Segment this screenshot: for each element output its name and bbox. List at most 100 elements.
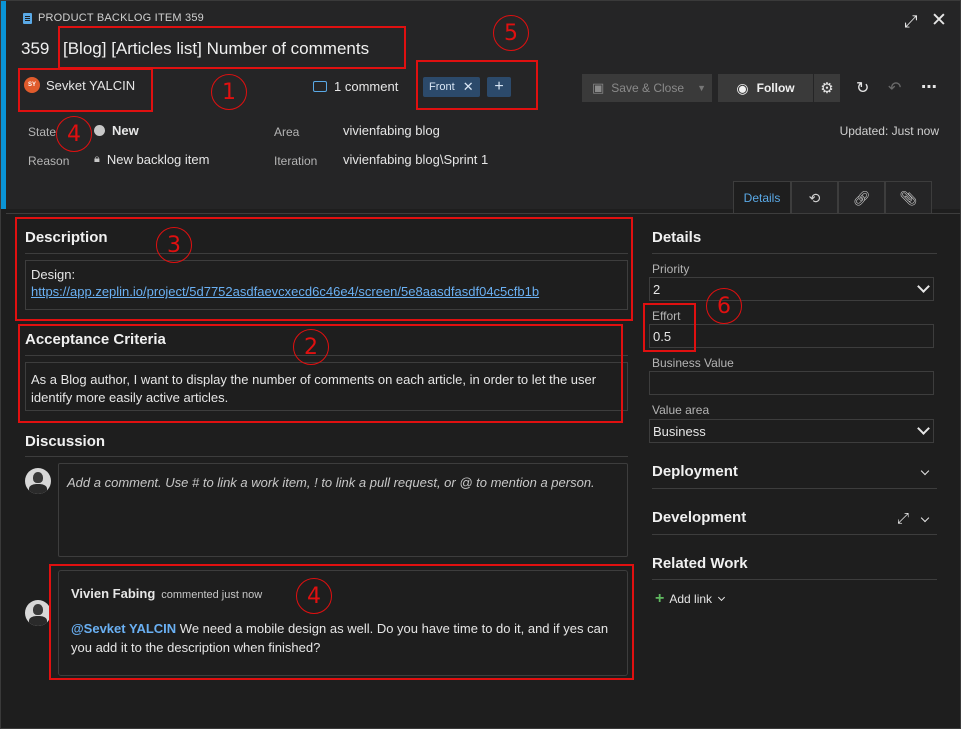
chevron-down-icon[interactable]: [920, 466, 930, 476]
tab-links[interactable]: 🔗︎: [838, 181, 885, 214]
header-divider: [6, 213, 960, 214]
work-item-type-text: PRODUCT BACKLOG ITEM 359: [38, 12, 204, 24]
assignee-name: Sevket YALCIN: [46, 77, 136, 93]
discussion-divider: [25, 456, 628, 457]
comment-body: @Sevket YALCIN We need a mobile design a…: [71, 619, 611, 657]
assigned-to-field[interactable]: SY Sevket YALCIN: [24, 77, 135, 93]
value-area-select[interactable]: Business: [649, 419, 934, 443]
acceptance-criteria-text: As a Blog author, I want to display the …: [31, 372, 597, 405]
description-editor[interactable]: Design: https://app.zeplin.io/project/5d…: [25, 260, 628, 310]
save-close-label: Save & Close: [611, 81, 684, 95]
history-icon: ⟲: [808, 189, 821, 206]
deployment-divider: [652, 488, 937, 489]
add-comment-input[interactable]: Add a comment. Use # to link a work item…: [58, 463, 628, 557]
related-work-divider: [652, 579, 937, 580]
state-label: State: [28, 125, 57, 139]
value-area-label: Value area: [652, 403, 710, 417]
lock-icon: 🔒︎: [94, 153, 100, 165]
chevron-down-icon: [917, 422, 930, 435]
chevron-down-icon: [718, 593, 726, 602]
link-icon: 🔗︎: [852, 189, 871, 206]
work-item-header: [6, 1, 960, 209]
assignee-avatar: SY: [24, 77, 40, 93]
follow-button[interactable]: ◉ Follow: [718, 74, 813, 102]
chevron-down-icon[interactable]: [920, 513, 930, 523]
priority-select[interactable]: 2: [649, 277, 934, 301]
expand-icon[interactable]: ⤢: [897, 510, 909, 527]
save-close-button[interactable]: ▣ Save & Close ▼: [582, 74, 712, 102]
state-dot-icon: [94, 125, 105, 136]
work-item-id: 359: [21, 39, 50, 58]
tab-attachments[interactable]: 📎︎: [885, 181, 932, 214]
save-icon: ▣: [592, 80, 605, 95]
business-value-label: Business Value: [652, 356, 734, 370]
iteration-value[interactable]: vivienfabing blog\Sprint 1: [343, 152, 488, 167]
add-tag-button[interactable]: +: [487, 77, 511, 97]
comment-placeholder: Add a comment. Use # to link a work item…: [67, 475, 595, 490]
comment-mention[interactable]: @Sevket YALCIN: [71, 621, 176, 636]
reason-label: Reason: [28, 154, 70, 168]
state-value: New: [112, 123, 139, 138]
follow-label: Follow: [756, 81, 795, 95]
development-title[interactable]: Development: [652, 509, 746, 526]
tag-front[interactable]: Front ✕: [423, 77, 480, 97]
tag-label: Front: [429, 81, 455, 93]
comment-author[interactable]: Vivien Fabing: [71, 586, 155, 601]
description-link[interactable]: https://app.zeplin.io/project/5d7752asdf…: [31, 284, 622, 299]
work-item-tabs: Details ⟲ 🔗︎ 📎︎: [733, 181, 932, 214]
chevron-down-icon[interactable]: ▼: [697, 83, 706, 93]
tab-details[interactable]: Details: [733, 181, 791, 214]
acceptance-criteria-title: Acceptance Criteria: [25, 331, 166, 348]
area-label: Area: [274, 125, 300, 139]
add-link-button[interactable]: + Add link: [655, 590, 726, 608]
area-value[interactable]: vivienfabing blog: [343, 123, 440, 138]
gear-icon[interactable]: ⚙: [814, 74, 840, 102]
refresh-icon[interactable]: ↻: [856, 78, 869, 98]
expand-icon[interactable]: ⤢: [904, 13, 918, 30]
backlog-item-icon: [23, 12, 32, 24]
development-divider: [652, 534, 937, 535]
tab-history[interactable]: ⟲: [791, 181, 838, 214]
description-text: Design:: [31, 267, 76, 282]
priority-value: 2: [653, 281, 661, 297]
chevron-down-icon: [917, 280, 930, 293]
more-actions-icon[interactable]: ⋯: [921, 77, 937, 97]
acceptance-divider: [25, 355, 628, 356]
work-item-title[interactable]: [Blog] [Articles list] Number of comment…: [63, 39, 369, 59]
details-divider: [652, 253, 937, 254]
comment-count: 1 comment: [334, 79, 399, 94]
comment-icon: [313, 81, 327, 92]
reason-value: New backlog item: [106, 152, 210, 167]
plus-icon: +: [655, 590, 665, 607]
eye-icon: ◉: [736, 79, 749, 96]
discussion-title: Discussion: [25, 433, 106, 450]
description-divider: [25, 253, 628, 254]
details-title: Details: [652, 229, 702, 246]
deployment-title[interactable]: Deployment: [652, 463, 738, 480]
current-user-avatar: [25, 468, 51, 494]
effort-label: Effort: [652, 309, 681, 323]
annotation-number: 2: [293, 329, 329, 365]
comments-link[interactable]: 1 comment: [313, 79, 398, 94]
close-icon[interactable]: ✕: [931, 11, 947, 30]
priority-label: Priority: [652, 262, 690, 276]
effort-field[interactable]: 0.5: [649, 324, 934, 348]
reason-field: 🔒︎ New backlog item: [94, 152, 209, 167]
iteration-label: Iteration: [274, 154, 318, 168]
comment-header: Vivien Fabing commented just now: [71, 586, 262, 601]
effort-value: 0.5: [653, 328, 672, 344]
acceptance-criteria-editor[interactable]: As a Blog author, I want to display the …: [25, 362, 628, 411]
paperclip-icon: 📎︎: [899, 189, 918, 206]
work-item-type-label: PRODUCT BACKLOG ITEM 359: [23, 12, 204, 24]
state-field[interactable]: New: [94, 123, 139, 138]
description-title: Description: [25, 229, 108, 246]
commenter-avatar: [25, 600, 51, 626]
updated-status[interactable]: Updated: Just now: [840, 124, 939, 138]
value-area-value: Business: [653, 423, 706, 439]
business-value-field[interactable]: [649, 371, 934, 395]
remove-tag-icon[interactable]: ✕: [463, 79, 474, 95]
add-link-label: Add link: [669, 592, 713, 606]
related-work-title: Related Work: [652, 555, 748, 572]
undo-icon[interactable]: ↶: [888, 78, 901, 98]
work-item-dialog: PRODUCT BACKLOG ITEM 359 ⤢ ✕ 359 [Blog] …: [0, 0, 961, 729]
